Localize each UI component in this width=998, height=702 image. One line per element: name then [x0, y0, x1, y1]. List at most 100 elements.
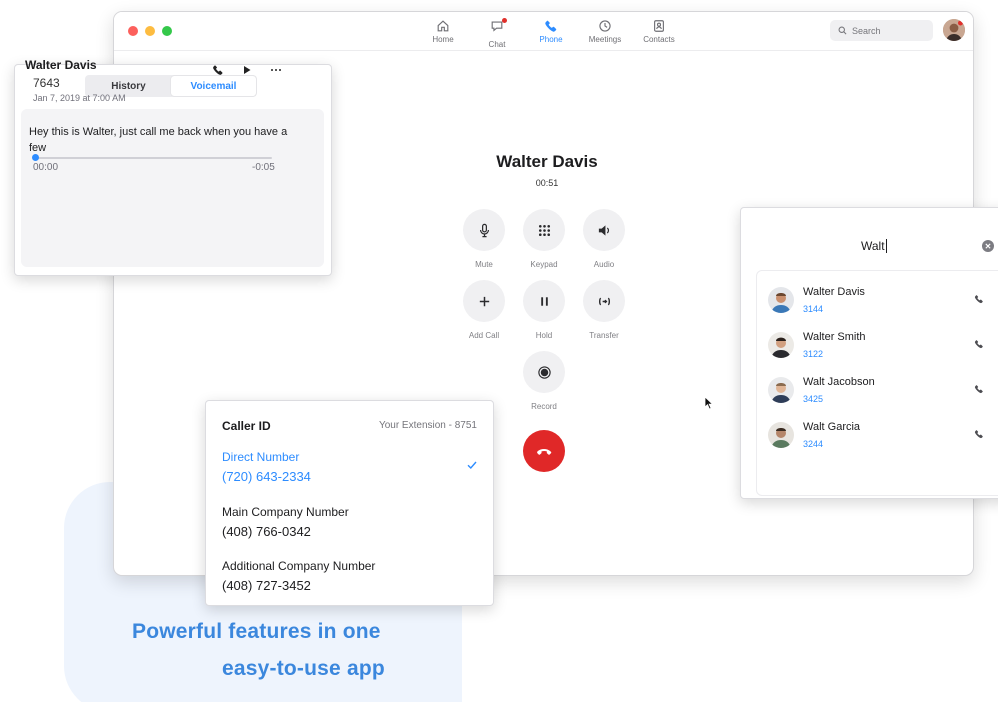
contact-extension: 3122: [803, 349, 824, 359]
call-contact-button[interactable]: [974, 429, 984, 439]
record-control[interactable]: Record: [514, 351, 574, 411]
add-call-control[interactable]: Add Call: [454, 280, 514, 340]
hang-up-icon: [537, 449, 552, 455]
caller-id-option-direct[interactable]: Direct Number (720) 643-2334: [222, 448, 472, 486]
caller-id-option-main[interactable]: Main Company Number (408) 766-0342: [222, 503, 472, 541]
maximize-window-button[interactable]: [162, 26, 172, 36]
phone-icon: [213, 65, 223, 75]
phone-icon: [974, 385, 983, 394]
caller-id-option-number: (408) 727-3452: [222, 578, 311, 593]
nav-item-home[interactable]: Home: [416, 19, 470, 49]
play-icon: [244, 66, 251, 74]
contact-extension: 3144: [803, 304, 824, 314]
call-contact-button[interactable]: [974, 384, 984, 394]
user-avatar[interactable]: [943, 19, 965, 41]
caller-id-option-label: Main Company Number: [222, 505, 349, 519]
audio-control[interactable]: Audio: [574, 209, 634, 269]
microphone-icon: [479, 223, 489, 237]
keypad-control[interactable]: Keypad: [514, 209, 574, 269]
transfer-icon: [598, 297, 610, 305]
caller-id-panel: Caller ID Your Extension - 8751 Direct N…: [205, 400, 494, 606]
hold-button[interactable]: [523, 280, 565, 322]
plus-icon: [479, 296, 489, 306]
playback-elapsed: 00:00: [33, 162, 59, 173]
hold-label: Hold: [535, 331, 553, 340]
chat-icon-wrap: [490, 18, 507, 35]
nav-item-phone[interactable]: Phone: [524, 19, 578, 49]
call-contact-button[interactable]: [974, 339, 984, 349]
contact-name: Walter Smith: [803, 331, 866, 343]
window-controls: [128, 26, 172, 36]
record-button[interactable]: [523, 351, 565, 393]
transfer-control[interactable]: Transfer: [574, 280, 634, 340]
nav-label: Contacts: [643, 35, 675, 44]
audio-button[interactable]: [583, 209, 625, 251]
phone-icon: [974, 340, 983, 349]
call-contact-button[interactable]: [974, 294, 984, 304]
speaker-icon: [598, 224, 609, 236]
mute-control[interactable]: Mute: [454, 209, 514, 269]
nav-item-meetings[interactable]: Meetings: [578, 19, 632, 49]
add-call-button[interactable]: [463, 280, 505, 322]
your-extension: Your Extension - 8751: [378, 420, 477, 431]
hold-control[interactable]: Hold: [514, 280, 574, 340]
search-query-text: Walt: [861, 239, 885, 253]
keypad-button[interactable]: [523, 209, 565, 251]
caller-id-option-additional[interactable]: Additional Company Number (408) 727-3452: [222, 557, 472, 595]
mute-label: Mute: [475, 260, 493, 269]
record-icon: [537, 365, 551, 379]
close-window-button[interactable]: [128, 26, 138, 36]
contact-extension: 3425: [803, 394, 824, 404]
contacts-icon: [654, 20, 664, 32]
audio-label: Audio: [593, 260, 615, 269]
pause-icon: [540, 296, 548, 306]
search-result-row[interactable]: Walter Smith 3122: [757, 328, 998, 368]
contact-name: Walter Davis: [803, 286, 865, 298]
caller-id-option-number: (408) 766-0342: [222, 524, 311, 539]
playback-scrubber[interactable]: [32, 154, 39, 161]
contact-avatar: [768, 332, 794, 358]
clear-search-icon[interactable]: ✕: [982, 240, 994, 252]
record-label: Record: [531, 402, 557, 411]
contact-search-input[interactable]: Walt: [861, 239, 887, 253]
add-call-label: Add Call: [468, 331, 500, 340]
search-field[interactable]: Search: [830, 20, 933, 41]
nav-label: Chat: [488, 40, 506, 49]
nav-label: Home: [432, 35, 454, 44]
keypad-label: Keypad: [530, 260, 558, 269]
voicemail-caller-name: Walter Davis: [25, 58, 97, 72]
mute-button[interactable]: [463, 209, 505, 251]
caller-id-option-label: Direct Number: [222, 450, 300, 464]
avatar-image: [768, 287, 794, 313]
search-results-list: Walter Davis 3144 Walter Smith 3122 Walt…: [756, 270, 998, 496]
call-back-button[interactable]: [212, 64, 224, 76]
tab-voicemail[interactable]: Voicemail: [171, 76, 256, 96]
caller-id-title: Caller ID: [222, 419, 271, 433]
nav-label: Meetings: [588, 35, 622, 44]
nav-item-chat[interactable]: Chat: [470, 18, 524, 49]
playback-progress-track[interactable]: [34, 157, 272, 159]
top-nav: Home Chat Phone Meetings Contacts: [416, 18, 686, 49]
minimize-window-button[interactable]: [145, 26, 155, 36]
play-button[interactable]: [241, 64, 253, 76]
avatar-image: [768, 422, 794, 448]
more-options-button[interactable]: [270, 64, 282, 76]
contact-name: Walt Garcia: [803, 421, 861, 433]
search-result-row[interactable]: Walt Garcia 3244: [757, 418, 998, 458]
contact-avatar: [768, 287, 794, 313]
phone-icon: [974, 430, 983, 439]
unread-badge: [502, 18, 507, 23]
contact-avatar: [768, 422, 794, 448]
nav-item-contacts[interactable]: Contacts: [632, 19, 686, 49]
transfer-button[interactable]: [583, 280, 625, 322]
search-result-row[interactable]: Walt Jacobson 3425: [757, 373, 998, 413]
search-icon: [838, 26, 847, 35]
avatar-image: [943, 19, 965, 41]
voicemail-caller-number: 7643: [33, 76, 60, 90]
end-call-button[interactable]: [523, 430, 565, 472]
caller-id-option-label: Additional Company Number: [222, 559, 376, 573]
clock-icon: [599, 20, 611, 32]
search-result-row[interactable]: Walter Davis 3144: [757, 283, 998, 323]
voicemail-date: Jan 7, 2019 at 7:00 AM: [33, 93, 126, 103]
avatar-image: [768, 332, 794, 358]
